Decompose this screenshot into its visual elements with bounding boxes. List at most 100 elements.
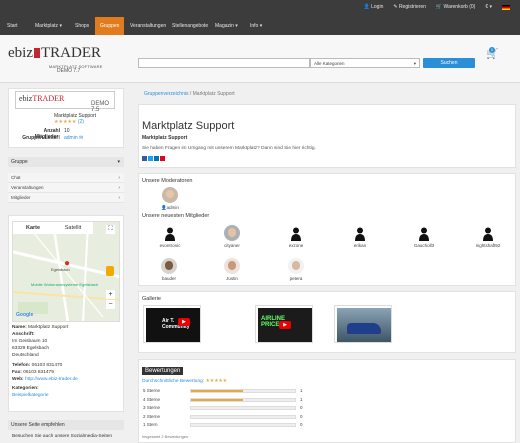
search-input[interactable] xyxy=(138,58,310,68)
map-tabs: Karte Satellit xyxy=(13,222,93,234)
nav-veranstaltungen[interactable]: Veranstaltungen xyxy=(125,17,171,35)
rating-bar xyxy=(190,423,296,427)
leader-link[interactable]: admin ✉ xyxy=(64,135,83,141)
user-silhouette-icon xyxy=(291,227,301,241)
main-nav: Start Marktplatz ▾ Shops Gruppen Veranst… xyxy=(0,17,520,35)
member-name[interactable]: cityaner xyxy=(212,243,252,248)
member-avatar[interactable] xyxy=(291,227,301,241)
member-avatar[interactable] xyxy=(419,227,429,241)
chevron-right-icon: › xyxy=(118,185,120,191)
contact-address-label: Anschrift: xyxy=(12,331,120,338)
member-name[interactable]: petera xyxy=(276,276,316,281)
nav-label: Veranstaltungen xyxy=(130,23,167,29)
nav-shops[interactable]: Shops xyxy=(70,17,94,35)
breadcrumb-link[interactable]: Gruppenverzeichnis xyxy=(144,91,188,97)
nav-magazin[interactable]: Magazin ▾ xyxy=(210,17,243,35)
gallery-image: AIRLINE PRICE ▶ xyxy=(258,308,312,342)
facebook-icon[interactable] xyxy=(142,156,147,161)
linkedin-icon[interactable] xyxy=(154,156,159,161)
contact-address-heading: Anschrift: xyxy=(12,332,35,337)
contact-country: Deutschland xyxy=(12,353,39,358)
avatar[interactable] xyxy=(162,187,178,203)
leader-name: admin xyxy=(64,135,78,141)
category-link[interactable]: Beispielkategorie xyxy=(12,392,120,399)
members-panel xyxy=(138,173,516,286)
nav-label: Start xyxy=(7,23,18,29)
chevron-right-icon: › xyxy=(118,195,120,201)
member-name[interactable]: evontronic xyxy=(150,243,190,248)
nav-start[interactable]: Start xyxy=(2,17,23,35)
nav-label: Shops xyxy=(75,23,90,29)
member-avatar[interactable] xyxy=(165,227,175,241)
cart-count-badge: 0 xyxy=(489,47,495,53)
play-icon: ▶ xyxy=(178,318,190,326)
gallery-image: Air T. Community ▶ xyxy=(146,308,200,342)
moderator-name[interactable]: 👤admin xyxy=(150,205,190,211)
top-links: 👤 Login ✎ Registrieren 🛒 Warenkorb (0) €… xyxy=(363,4,510,10)
currency-select[interactable]: € ▾ xyxy=(485,4,492,10)
gallery-item[interactable] xyxy=(334,305,392,343)
recommend-text: Besuchen Sie auch unsere Sozialmedia-Sei… xyxy=(12,434,112,439)
ratings-heading: Bewertungen xyxy=(142,367,184,375)
cart-label: Warenkorb (0) xyxy=(443,4,476,10)
member-name[interactable]: exzone xyxy=(276,243,316,248)
nav-marktplatz[interactable]: Marktplatz ▾ xyxy=(30,17,67,35)
map-tab-karte[interactable]: Karte xyxy=(13,222,53,234)
twitter-icon[interactable] xyxy=(148,156,153,161)
member-name[interactable]: nightshaft92 xyxy=(468,243,508,248)
login-link[interactable]: 👤 Login xyxy=(363,4,383,10)
nav-label: Info xyxy=(250,23,259,29)
contact-name-row: Name: Marktplatz Support xyxy=(12,324,120,331)
chevron-down-icon: ▾ xyxy=(413,61,416,66)
profile-version: DEMO 7.5 xyxy=(91,101,109,113)
zoom-out-button[interactable]: − xyxy=(106,300,115,309)
language-flag-icon[interactable] xyxy=(502,4,510,10)
search-button[interactable]: Suchen xyxy=(423,58,475,68)
contact-phone: 06103 831470 xyxy=(31,363,63,368)
fullscreen-icon[interactable]: ⛶ xyxy=(106,225,115,234)
map-city-label: Egelsbach xyxy=(51,267,70,272)
category-select[interactable]: Alle Kategorien ▾ xyxy=(310,58,420,68)
rating-row-label: 3 Sterne xyxy=(143,405,161,410)
register-link[interactable]: ✎ Registrieren xyxy=(393,4,426,10)
contact-web-link[interactable]: http://www.ebiz-trader.de xyxy=(25,377,78,382)
member-name[interactable]: Justin xyxy=(212,276,252,281)
cart-link[interactable]: 🛒 Warenkorb (0) xyxy=(436,4,475,10)
contact-phone-label: Telefon: xyxy=(12,363,31,368)
gallery-item[interactable]: AIRLINE PRICE ▶ xyxy=(255,305,313,343)
member-name[interactable]: Gaucholl3 xyxy=(404,243,444,248)
member-avatar[interactable] xyxy=(483,227,493,241)
street-view-icon[interactable] xyxy=(106,266,114,276)
pinterest-icon[interactable] xyxy=(160,156,165,161)
member-name[interactable]: bauder xyxy=(149,276,189,281)
nav-stellenangebote[interactable]: Stellenangebote xyxy=(167,17,213,35)
breadcrumb-separator: / xyxy=(189,91,192,97)
rating-row-label: 5 Sterne xyxy=(143,388,161,393)
nav-gruppen[interactable]: Gruppen xyxy=(95,17,125,35)
category-value: Alle Kategorien xyxy=(314,61,345,66)
member-avatar[interactable] xyxy=(224,225,240,241)
rating-row-count: 0 xyxy=(300,422,303,427)
ratings-footer: insgesamt 2 Bewertungen xyxy=(142,434,189,439)
member-name[interactable]: erikan xyxy=(340,243,380,248)
rating-bar-fill xyxy=(191,398,243,401)
map-streets xyxy=(13,222,119,321)
sidebar-item-mitglieder[interactable]: Mitglieder › xyxy=(8,193,124,203)
sidebar-item-veranstaltungen[interactable]: Veranstaltungen › xyxy=(8,183,124,193)
gallery-item[interactable]: Air T. Community ▶ xyxy=(143,305,201,343)
sidebar-item-chat[interactable]: Chat › xyxy=(8,173,124,183)
member-avatar[interactable] xyxy=(288,258,304,274)
recommend-heading: Unsere Seite empfehlen xyxy=(8,420,124,430)
member-avatar[interactable] xyxy=(161,258,177,274)
google-logo: Google xyxy=(16,312,34,318)
logo-left: ebiz xyxy=(8,45,33,61)
map-tab-satellit[interactable]: Satellit xyxy=(53,222,93,234)
zoom-in-button[interactable]: + xyxy=(106,290,115,299)
member-avatar[interactable] xyxy=(355,227,365,241)
member-avatar[interactable] xyxy=(224,258,240,274)
location-map[interactable]: Karte Satellit ⛶ ● Egelsbach Mobile Wohn… xyxy=(12,221,120,322)
contact-name-label: Name: xyxy=(12,325,27,330)
nav-info[interactable]: Info ▾ xyxy=(245,17,267,35)
leader-label: Gruppen-Leiter: xyxy=(22,135,60,141)
site-logo[interactable]: ebiz TRADER xyxy=(8,45,101,62)
